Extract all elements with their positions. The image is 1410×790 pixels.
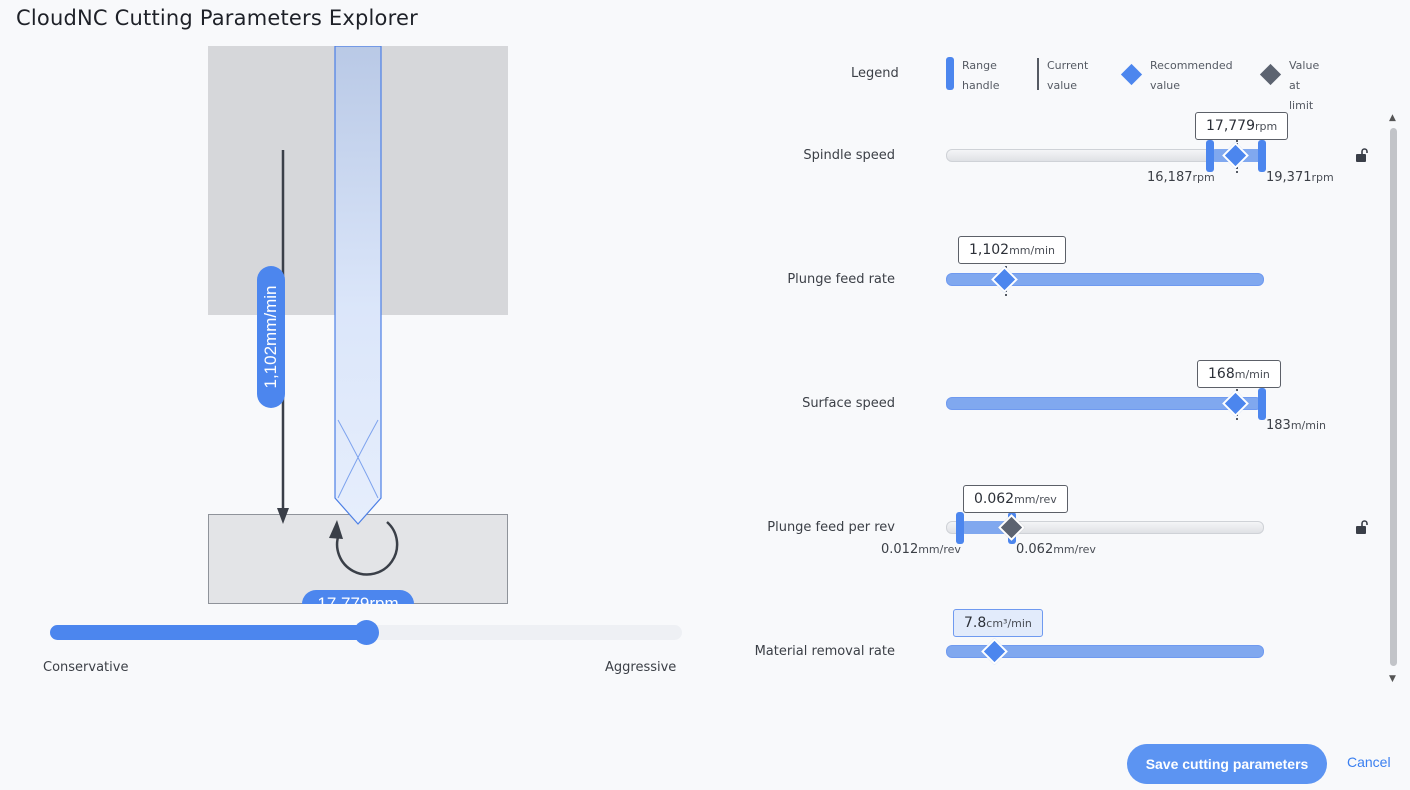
plunge-feed-per-rev-limit-icon (998, 514, 1025, 541)
surface-speed-max-handle[interactable] (1258, 388, 1266, 420)
unlocked-padlock-icon[interactable] (1355, 148, 1369, 162)
surface-speed-track[interactable] (946, 397, 1262, 410)
material-removal-rate-value-callout: 7.8cm³/min (953, 609, 1043, 637)
material-removal-rate-label: Material removal rate (754, 644, 895, 659)
plunge-feed-per-rev-label: Plunge feed per rev (767, 520, 895, 535)
surface-speed-max-value: 183m/min (1266, 418, 1326, 433)
save-cutting-parameters-button[interactable]: Save cutting parameters (1127, 744, 1327, 784)
spindle-speed-min-value: 16,187rpm (1147, 170, 1215, 185)
spindle-speed-min-handle[interactable] (1206, 140, 1214, 172)
plunge-feed-badge: 1,102mm/min (257, 266, 285, 408)
current-value-swatch (1037, 58, 1039, 90)
plunge-feed-rate-label: Plunge feed rate (787, 272, 895, 287)
legend-title: Legend (851, 66, 899, 81)
plunge-feed-rate-value-callout: 1,102mm/min (958, 236, 1066, 264)
plunge-feed-per-rev-min-handle[interactable] (956, 512, 964, 544)
range-handle-swatch (946, 57, 954, 90)
aggressiveness-slider[interactable] (50, 620, 682, 645)
scrollbar-thumb[interactable] (1390, 128, 1397, 666)
spindle-speed-max-handle[interactable] (1258, 140, 1266, 172)
spindle-speed-value-callout: 17,779rpm (1195, 112, 1289, 140)
legend-current-value: Current value (1047, 59, 1089, 92)
plunge-feed-per-rev-max-value: 0.062mm/rev (1016, 542, 1096, 557)
recommended-diamond-icon (1120, 63, 1143, 86)
page-title: CloudNC Cutting Parameters Explorer (16, 6, 418, 30)
legend-recommended-value: Recommended value (1150, 59, 1233, 92)
legend-value-at-limit: Value at limit (1289, 59, 1320, 112)
scroll-down-icon[interactable]: ▼ (1389, 674, 1396, 684)
plunge-feed-rate-recommended-icon (991, 266, 1018, 293)
spindle-speed-max-value: 19,371rpm (1266, 170, 1334, 185)
unlocked-padlock-icon[interactable] (1355, 520, 1369, 534)
scroll-up-icon[interactable]: ▲ (1389, 113, 1396, 123)
surface-speed-recommended-icon (1222, 390, 1249, 417)
plunge-feed-per-rev-min-value: 0.012mm/rev (881, 542, 961, 557)
spindle-speed-label: Spindle speed (803, 148, 895, 163)
tool-visualisation: 1,102mm/min 17,779rpm (208, 46, 508, 604)
surface-speed-value-callout: 168m/min (1197, 360, 1281, 388)
cancel-button[interactable]: Cancel (1347, 754, 1391, 770)
feed-direction-arrow (277, 150, 289, 524)
limit-diamond-icon (1259, 63, 1282, 86)
plunge-feed-per-rev-value-callout: 0.062mm/rev (963, 485, 1068, 513)
legend-range-handle: Range handle (962, 59, 1000, 92)
aggressiveness-thumb[interactable] (354, 620, 379, 645)
aggressiveness-fill (50, 625, 366, 640)
aggressive-label: Aggressive (605, 660, 677, 675)
spindle-speed-recommended-icon (1222, 142, 1249, 169)
surface-speed-label: Surface speed (802, 396, 895, 411)
spindle-speed-badge: 17,779rpm (302, 590, 414, 604)
material-removal-rate-recommended-icon (981, 638, 1008, 665)
conservative-label: Conservative (43, 660, 129, 675)
